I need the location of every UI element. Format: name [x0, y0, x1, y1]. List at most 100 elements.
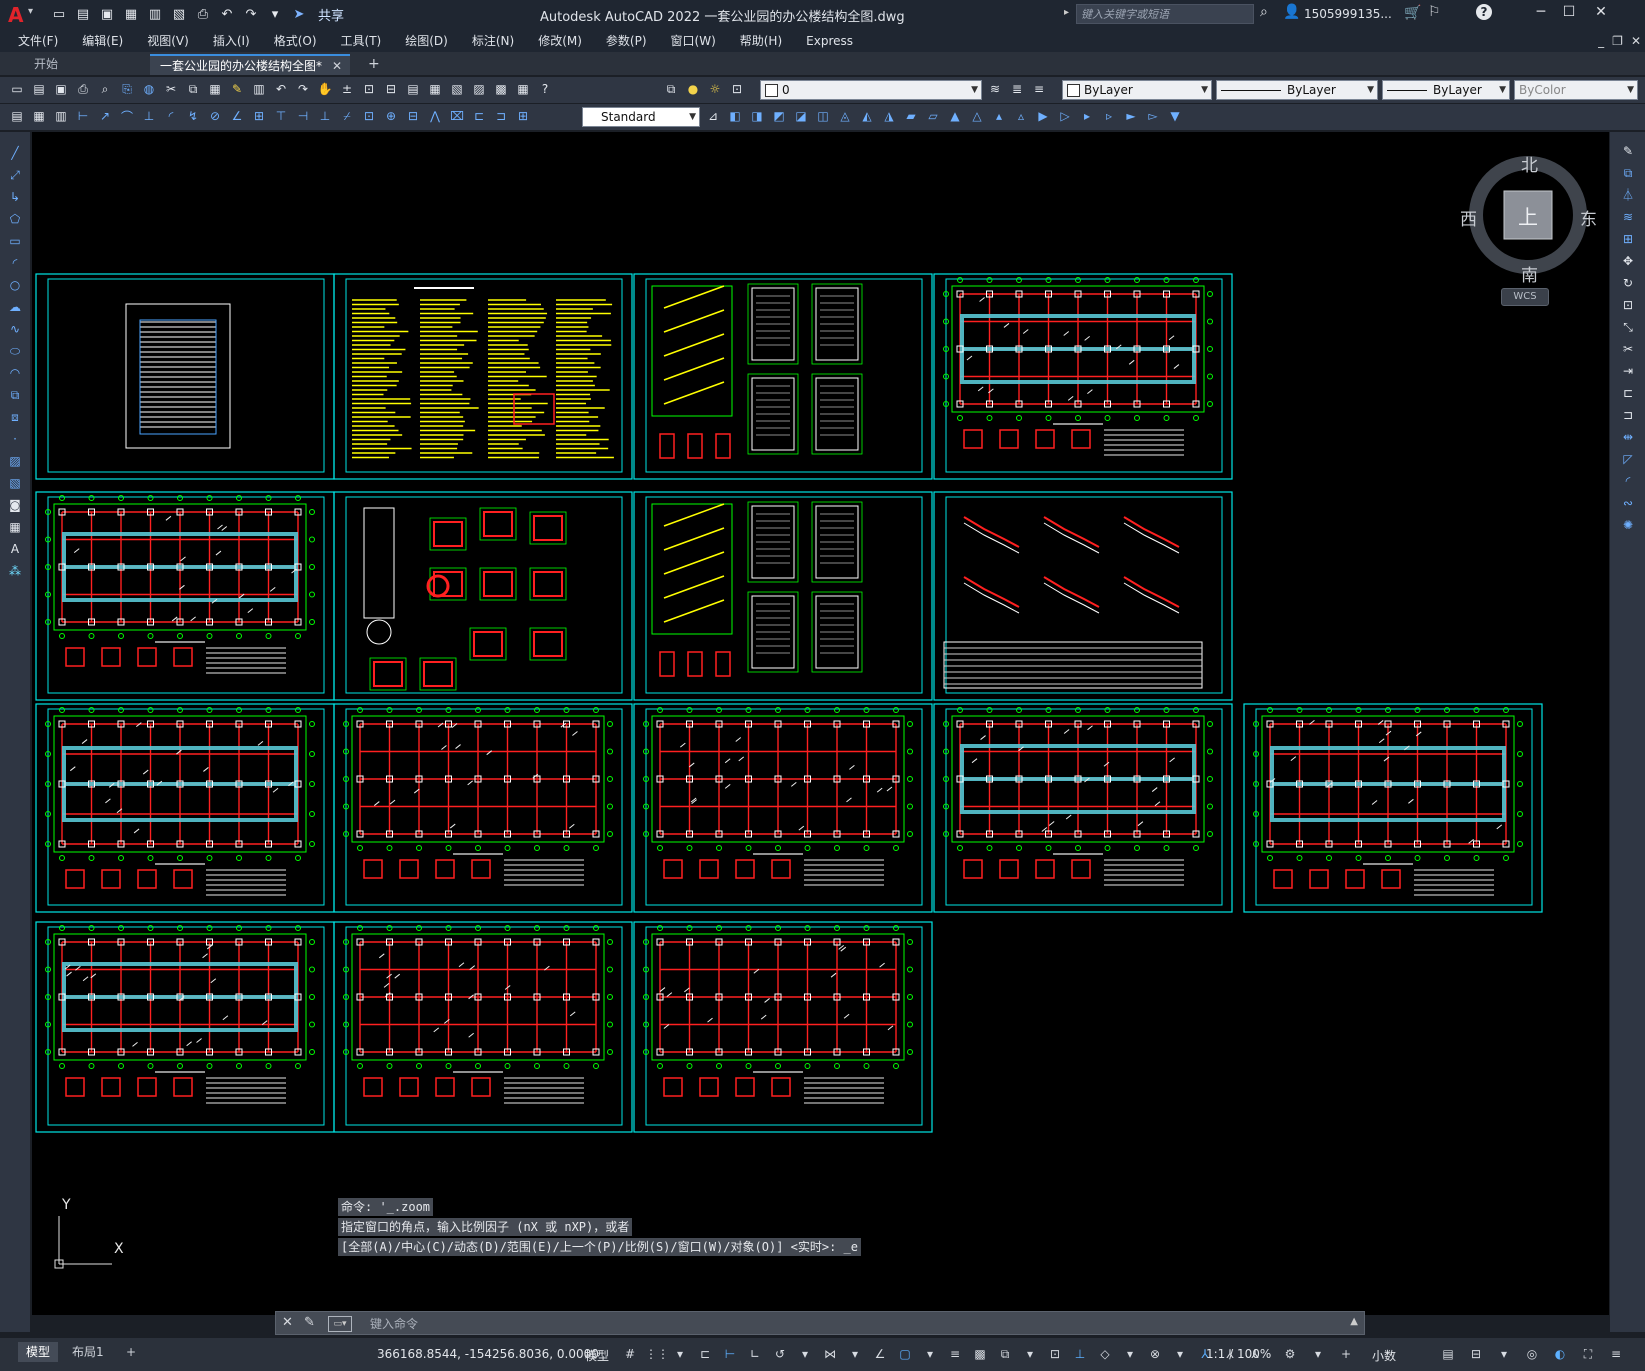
intersect-icon[interactable]: ▸ — [1078, 107, 1096, 125]
tab-model[interactable]: 模型 — [18, 1342, 59, 1362]
share-icon[interactable]: ➤ — [290, 6, 308, 24]
chevron-up-icon[interactable]: ▲ — [1350, 1316, 1358, 1327]
stretch-icon[interactable]: ⤡ — [1618, 318, 1638, 336]
dim-style-icon[interactable]: ⊞ — [514, 107, 532, 125]
close-icon[interactable]: ✕ — [282, 1315, 293, 1330]
scale-icon[interactable]: ⊡ — [1618, 296, 1638, 314]
layer-on-icon[interactable]: ● — [684, 80, 702, 98]
menu-item[interactable]: 绘图(D) — [393, 30, 460, 52]
infer-constraints-icon[interactable]: ⊏ — [695, 1344, 715, 1364]
move-icon[interactable]: ✥ — [1618, 252, 1638, 270]
minimize-icon[interactable]: ─ — [1530, 4, 1552, 24]
rotate-icon[interactable]: ↻ — [1618, 274, 1638, 292]
snap-icon[interactable]: ⋮⋮ — [645, 1344, 669, 1364]
undo-icon[interactable]: ↶ — [272, 80, 290, 98]
viewcube-west[interactable]: 西 — [1460, 205, 1477, 230]
line-icon[interactable]: ╱ — [5, 144, 25, 162]
dim-angular-icon[interactable]: ∠ — [228, 107, 246, 125]
clean-screen-icon[interactable]: ⛶ — [1578, 1344, 1598, 1364]
dim-ordinate-icon[interactable]: ⊥ — [140, 107, 158, 125]
ortho-icon[interactable]: ∟ — [745, 1344, 765, 1364]
viewcube[interactable]: 北 南 东 西 上 — [1460, 151, 1597, 286]
3d-array-icon[interactable]: ▼ — [1166, 107, 1184, 125]
polyline-icon[interactable]: ↳ — [5, 188, 25, 206]
3d-osnap-icon[interactable]: ⊡ — [1045, 1344, 1065, 1364]
dim-linear-icon[interactable]: ⊢ — [74, 107, 92, 125]
selection-filter-icon[interactable]: ◇ — [1095, 1344, 1115, 1364]
point-icon[interactable]: · — [5, 430, 25, 448]
dim-continue-icon[interactable]: ⊣ — [294, 107, 312, 125]
chevron-down-icon[interactable]: ▾ — [1494, 1344, 1514, 1364]
tolerance-icon[interactable]: ⊡ — [360, 107, 378, 125]
chevron-down-icon[interactable]: ▾ — [1020, 1344, 1040, 1364]
pan-icon[interactable]: ✋ — [316, 80, 334, 98]
plot-icon[interactable]: ⎙ — [74, 80, 92, 98]
insert-block-icon[interactable]: ▤ — [8, 107, 26, 125]
user-name[interactable]: 1505999135... — [1304, 7, 1392, 21]
viewcube-north[interactable]: 北 — [1521, 151, 1538, 176]
spline-icon[interactable]: ∿ — [5, 320, 25, 338]
sweep-icon[interactable]: △ — [968, 107, 986, 125]
layer-dropdown[interactable]: 0 ▼ — [760, 80, 982, 100]
sphere-icon[interactable]: ◪ — [792, 107, 810, 125]
paste-icon[interactable]: ▦ — [206, 80, 224, 98]
planar-surface-icon[interactable]: ▰ — [902, 107, 920, 125]
pyramid-icon[interactable]: ◭ — [858, 107, 876, 125]
chevron-down-icon[interactable]: ▾ — [1308, 1344, 1328, 1364]
doc-close-icon[interactable]: ✕ — [1631, 34, 1641, 48]
units-dropdown[interactable]: 小数 — [1372, 1347, 1396, 1364]
make-block-icon[interactable]: ⧈ — [5, 408, 25, 426]
help-icon[interactable]: ? — [1476, 4, 1492, 20]
new-tab-button[interactable]: + — [358, 54, 390, 75]
tool-palettes-icon[interactable]: ▧ — [448, 80, 466, 98]
user-icon[interactable]: 👤 — [1283, 4, 1300, 20]
3d-move-icon[interactable]: ▹ — [1100, 107, 1118, 125]
cone-icon[interactable]: ◩ — [770, 107, 788, 125]
copy-icon[interactable]: ⧉ — [184, 80, 202, 98]
dim-aligned-icon[interactable]: ↗ — [96, 107, 114, 125]
table-icon[interactable]: ▦ — [30, 107, 48, 125]
jogged-linear-icon[interactable]: ⋀ — [426, 107, 444, 125]
plotstyle-dropdown[interactable]: ByColor ▼ — [1514, 80, 1638, 100]
viewcube-south[interactable]: 南 — [1521, 261, 1538, 286]
annotation-scale-dropdown[interactable]: 1:1 / 100% — [1206, 1347, 1271, 1361]
revolve-icon[interactable]: ▴ — [990, 107, 1008, 125]
publish-icon[interactable]: ⎘ — [118, 80, 136, 98]
blend-curves-icon[interactable]: ∾ — [1618, 494, 1638, 512]
viewcube-east[interactable]: 东 — [1580, 205, 1597, 230]
qnew-icon[interactable]: ▭ — [8, 80, 26, 98]
menu-item[interactable]: 帮助(H) — [728, 30, 794, 52]
customize-icon[interactable]: ▾ — [266, 6, 284, 24]
properties-icon[interactable]: ▤ — [404, 80, 422, 98]
fillet-icon[interactable]: ◜ — [1618, 472, 1638, 490]
text-style-dropdown[interactable]: Standard ▼ — [582, 107, 700, 127]
ellipse-icon[interactable]: ⬭ — [5, 342, 25, 360]
presspull-icon[interactable]: ▲ — [946, 107, 964, 125]
tab-close-icon[interactable]: ✕ — [332, 56, 342, 77]
dynamic-ucs-icon[interactable]: ⊥ — [1070, 1344, 1090, 1364]
multiline-text-icon[interactable]: A — [5, 540, 25, 558]
union-icon[interactable]: ▶ — [1034, 107, 1052, 125]
construction-line-icon[interactable]: ⤢ — [5, 166, 25, 184]
isolate-objects-icon[interactable]: ◎ — [1522, 1344, 1542, 1364]
polygon-icon[interactable]: ⬠ — [5, 210, 25, 228]
cut-icon[interactable]: ✂ — [162, 80, 180, 98]
rectangle-icon[interactable]: ▭ — [5, 232, 25, 250]
menu-item[interactable]: 窗口(W) — [659, 30, 728, 52]
menu-item[interactable]: 工具(T) — [329, 30, 394, 52]
close-icon[interactable]: ✕ — [1590, 4, 1612, 24]
mirror-icon[interactable]: ⏃ — [1618, 186, 1638, 204]
search-expand-icon[interactable]: ▸ — [1064, 7, 1069, 18]
add-selected-icon[interactable]: ⁂ — [5, 562, 25, 580]
wedge-icon[interactable]: ◨ — [748, 107, 766, 125]
open-icon[interactable]: ▤ — [74, 6, 92, 24]
zoom-window-icon[interactable]: ⊡ — [360, 80, 378, 98]
grid-icon[interactable]: # — [620, 1344, 640, 1364]
copy-icon[interactable]: ⧉ — [1618, 164, 1638, 182]
autodesk-app-icon[interactable]: ⚐ — [1428, 4, 1441, 20]
markup-icon[interactable]: ▩ — [492, 80, 510, 98]
lineweight-dropdown[interactable]: ByLayer ▼ — [1382, 80, 1510, 100]
menu-item[interactable]: 插入(I) — [201, 30, 262, 52]
menu-item[interactable]: 标注(N) — [460, 30, 526, 52]
quickcalc-icon[interactable]: ▦ — [514, 80, 532, 98]
